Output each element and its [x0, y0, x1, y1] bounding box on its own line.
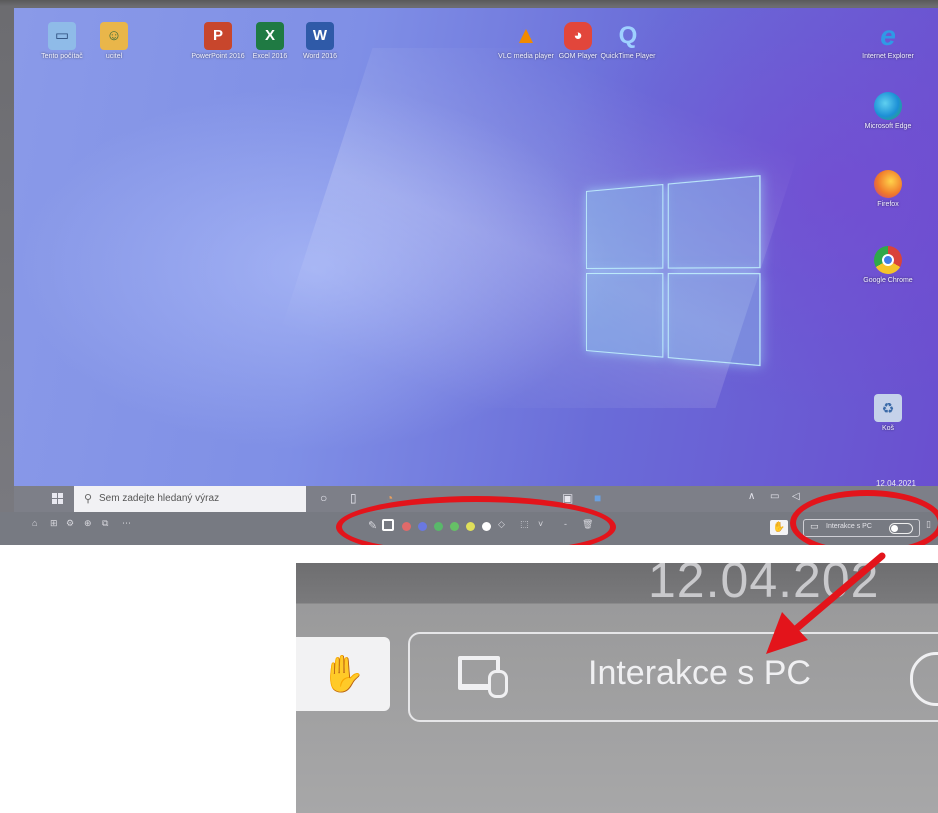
desktop-icon-quicktime[interactable]: Q QuickTime Player [600, 22, 656, 61]
desktop-icon-label: Firefox [877, 201, 899, 208]
computer-icon: ▭ [48, 22, 76, 50]
photographed-screen: ▭ Tento počítač ☺ ucitel P PowerPoint 20… [0, 0, 938, 545]
apps-icon[interactable]: ⊞ [50, 518, 58, 529]
taskbar-app-icon[interactable]: ■ [594, 491, 601, 505]
desktop-icon-powerpoint[interactable]: P PowerPoint 2016 [190, 22, 246, 61]
taskbar-search-box[interactable]: ⚲ Sem zadejte hledaný výraz [74, 486, 306, 512]
desktop-icon-label: Microsoft Edge [864, 123, 912, 130]
more-icon[interactable]: ⋯ [122, 518, 131, 529]
tray-chevron-icon[interactable]: ∧ [748, 491, 755, 502]
desktop-icon-firefox[interactable]: Firefox [860, 170, 916, 209]
hand-icon: ✋ [320, 653, 366, 694]
powerpoint-icon: P [204, 22, 232, 50]
cortana-icon[interactable]: ○ [320, 491, 327, 505]
zoomed-pc-interaction-toggle[interactable]: Interakce s PC [408, 632, 938, 722]
quicktime-icon: Q [618, 22, 638, 49]
zoomed-date: 12.04.202 [648, 563, 880, 608]
clock-date: 12.04.2021 [875, 479, 916, 488]
edge-icon [874, 92, 902, 120]
zoomed-interaction-label: Interakce s PC [588, 654, 811, 692]
recycle-bin-icon: ♻ [874, 394, 902, 422]
desktop-icon-label: ucitel [105, 53, 123, 60]
desktop-icon-google-chrome[interactable]: Google Chrome [860, 246, 916, 285]
settings-icon[interactable]: ⚙ [66, 518, 74, 529]
windows-logo-pane [586, 183, 664, 269]
desktop-icon-vlc[interactable]: ▲ VLC media player [498, 22, 554, 61]
touch-mode-button[interactable]: ✋ [770, 520, 788, 535]
windows-start-icon [58, 499, 63, 504]
zoomed-toggle-switch[interactable] [910, 652, 938, 706]
zoomed-touch-button[interactable]: ✋ [296, 637, 390, 711]
zoom-inset: 12.04.202 ✋ Interakce s PC [296, 563, 938, 813]
desktop-icon-label: Koš [881, 425, 895, 432]
desktop-icon-label: Internet Explorer [862, 53, 914, 60]
internet-explorer-icon: e [880, 20, 896, 51]
windows-logo-pane [667, 273, 761, 367]
chrome-icon [874, 246, 902, 274]
firefox-icon [874, 170, 902, 198]
desktop-icon-microsoft-edge[interactable]: Microsoft Edge [860, 92, 916, 131]
desktop-icon-label: Google Chrome [863, 277, 913, 284]
user-folder-icon: ☺ [100, 22, 128, 50]
mouse-shape [488, 670, 508, 698]
windows-logo-pane [667, 175, 761, 269]
desktop-icon-excel[interactable]: X Excel 2016 [242, 22, 298, 61]
hand-icon: ✋ [772, 522, 786, 533]
desktop-icon-label: PowerPoint 2016 [191, 53, 245, 60]
windows-start-icon [52, 493, 57, 498]
desktop-icon-label: GOM Player [558, 53, 598, 60]
vlc-cone-icon: ▲ [514, 22, 538, 49]
windows-start-icon [58, 493, 63, 498]
start-button[interactable] [52, 493, 64, 505]
windows-desktop: ▭ Tento počítač ☺ ucitel P PowerPoint 20… [14, 8, 938, 486]
desktop-icon-internet-explorer[interactable]: e Internet Explorer [860, 22, 916, 61]
excel-icon: X [256, 22, 284, 50]
pc-mouse-icon [458, 652, 508, 698]
tools-icon[interactable]: ⊕ [84, 518, 92, 529]
desktop-icon-label: Excel 2016 [252, 53, 288, 60]
desktop-icon-this-pc[interactable]: ▭ Tento počítač [34, 22, 90, 61]
desktop-icon-word[interactable]: W Word 2016 [292, 22, 348, 61]
desktop-icon-label: Tento počítač [41, 53, 83, 60]
task-view-icon[interactable]: ▯ [350, 491, 357, 505]
desktop-icon-label: VLC media player [498, 53, 554, 60]
home-icon[interactable]: ⌂ [32, 518, 37, 528]
windows-start-icon [52, 499, 57, 504]
windows-logo-pane [586, 273, 664, 358]
desktop-icon-label: QuickTime Player [600, 53, 656, 60]
volume-icon[interactable]: ◁ [792, 491, 800, 502]
desktop-icon-recycle-bin[interactable]: ♻ Koš [860, 394, 916, 433]
desktop-icon-gom-player[interactable]: ◕ GOM Player [550, 22, 606, 61]
network-icon[interactable]: ▭ [770, 491, 779, 502]
desktop-icon-user-folder[interactable]: ☺ ucitel [86, 22, 142, 61]
word-icon: W [306, 22, 334, 50]
search-placeholder: Sem zadejte hledaný výraz [99, 493, 220, 504]
desktop-icon-label: Word 2016 [302, 53, 338, 60]
windows-logo [586, 175, 766, 372]
search-icon: ⚲ [84, 493, 93, 505]
gom-player-icon: ◕ [564, 22, 592, 50]
screen-icon[interactable]: ⧉ [102, 518, 108, 529]
